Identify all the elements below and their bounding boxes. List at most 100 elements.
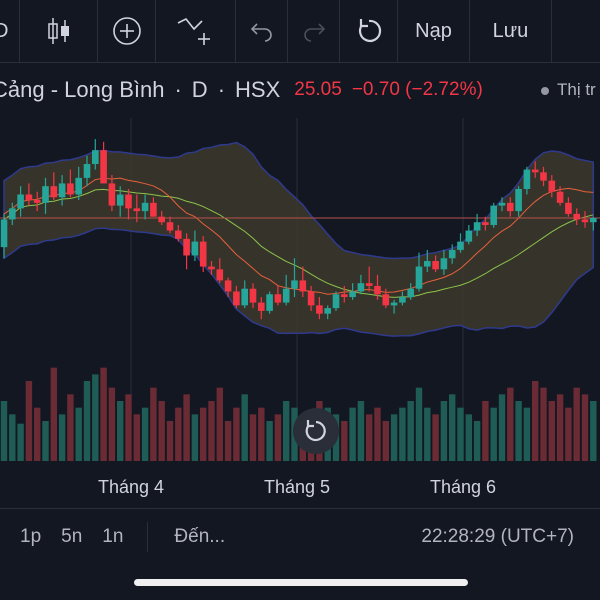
candle-body [324, 308, 331, 314]
candle-body [50, 186, 58, 198]
goto-date-button[interactable]: Đến... [174, 526, 225, 548]
home-indicator[interactable] [134, 579, 468, 586]
candle-body [407, 288, 414, 298]
candle-body [17, 194, 24, 209]
market-status[interactable]: Thị tr [541, 80, 596, 100]
symbol-header: Cảng - Long Bình · D · HSX 25.05 −0.70 (… [0, 62, 600, 118]
time-label: Tháng 5 [263, 477, 331, 497]
candle-body [573, 213, 580, 220]
redo-button[interactable] [288, 0, 340, 62]
candle-body [341, 294, 348, 298]
volume-bar [108, 387, 116, 461]
volume-bar [175, 407, 182, 461]
undo-icon [250, 23, 272, 42]
candle-body [224, 280, 232, 292]
candle-body [332, 294, 340, 309]
candle-body [249, 288, 257, 303]
volume-bar [266, 421, 273, 461]
volume-bar [0, 401, 8, 461]
price-chart[interactable] [0, 118, 600, 463]
candle-body [374, 285, 381, 295]
reset-chart-button[interactable] [293, 408, 339, 454]
candle-body [199, 241, 207, 267]
candle-body [490, 205, 497, 225]
candle-body [233, 291, 240, 306]
volume-bar [556, 394, 564, 461]
volume-bar [216, 387, 223, 461]
volume-bar [42, 421, 49, 461]
volume-bar [357, 401, 365, 461]
range-1n[interactable]: 1n [102, 526, 123, 548]
volume-bar [498, 394, 506, 461]
candle-body [75, 177, 82, 195]
reload-icon [358, 19, 381, 42]
candle-body [258, 302, 265, 311]
volume-bar [349, 407, 356, 461]
candle-body [365, 283, 373, 286]
volume-bar [125, 394, 132, 461]
volume-bar [208, 401, 215, 461]
candle-body [424, 261, 431, 267]
symbol-interval[interactable]: D [192, 77, 208, 103]
candle-body [116, 194, 124, 206]
candle-body [473, 222, 481, 231]
separator: · [174, 77, 182, 102]
volume-bar [83, 381, 91, 461]
candle-body [457, 241, 464, 250]
candle-body [415, 266, 423, 289]
candle-body [465, 230, 473, 242]
save-label: Lưu [492, 19, 529, 42]
volume-bar [532, 381, 539, 461]
candle-body [448, 249, 456, 259]
market-status-label: Thị tr [557, 80, 596, 99]
volume-bar [399, 407, 406, 461]
divider [147, 522, 149, 552]
volume-bar [17, 423, 24, 461]
volume-bar [540, 387, 547, 461]
volume-bar [58, 414, 66, 461]
add-indicator-icon [112, 17, 141, 45]
reload-button[interactable] [340, 0, 398, 62]
candle-body [482, 222, 489, 225]
price-change: −0.70 (−2.72%) [351, 79, 483, 100]
range-1p[interactable]: 1p [20, 526, 41, 548]
candle-body [498, 202, 506, 206]
candle-body [33, 200, 41, 203]
time-axis: Tháng 4 Tháng 5 Tháng 6 [0, 463, 600, 508]
candle-body [208, 266, 215, 270]
volume-bar [67, 394, 74, 461]
candle-body [92, 150, 99, 165]
symbol-name[interactable]: Cảng - Long Bình [0, 77, 164, 103]
candle-body [390, 302, 398, 306]
volume-bar [565, 407, 572, 461]
volume-bar [200, 407, 207, 461]
candle-body [307, 291, 315, 306]
volume-bar [133, 414, 140, 461]
candle-body [133, 208, 141, 212]
volume-bar [258, 407, 265, 461]
volume-bar [233, 407, 240, 461]
time-label: Tháng 6 [429, 477, 497, 497]
volume-bar [465, 414, 472, 461]
chart-type-button[interactable] [20, 0, 98, 62]
candle-body [58, 183, 66, 198]
candle-body [67, 183, 74, 195]
range-5n[interactable]: 5n [61, 526, 82, 548]
candle-body [440, 258, 448, 270]
save-button[interactable]: Lưu [470, 0, 552, 62]
drawing-tool-button[interactable] [156, 0, 236, 62]
candle-body [316, 305, 323, 314]
add-indicator-button[interactable] [98, 0, 156, 62]
load-button[interactable]: Nạp [398, 0, 470, 62]
undo-button[interactable] [236, 0, 288, 62]
volume-bar [415, 387, 423, 461]
candle-body [531, 169, 539, 173]
interval-button[interactable]: D [0, 0, 20, 62]
candle-body [282, 288, 290, 303]
candle-body [158, 216, 165, 223]
symbol-exchange: HSX [235, 77, 281, 102]
volume-bar [449, 394, 456, 461]
volume-bar [548, 401, 555, 461]
candle-body [382, 294, 390, 306]
candle-body [42, 186, 49, 203]
